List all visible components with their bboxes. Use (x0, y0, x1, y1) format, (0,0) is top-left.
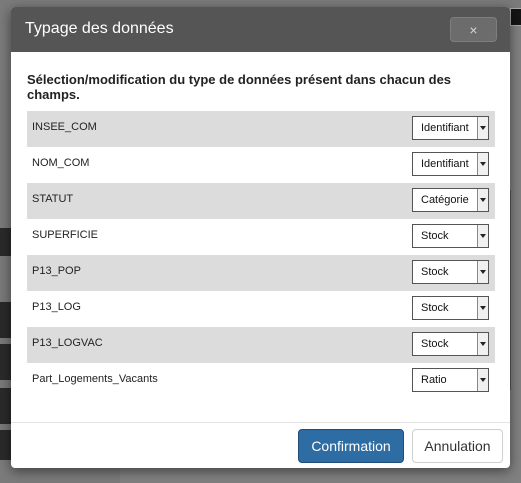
field-row: SUPERFICIE Stock (27, 219, 495, 255)
modal-footer: Confirmation Annulation (11, 422, 510, 468)
field-type-select[interactable]: Stock (412, 224, 489, 248)
field-row: P13_LOG Stock (27, 291, 495, 327)
field-name: NOM_COM (32, 157, 90, 169)
close-button[interactable]: × (450, 17, 497, 42)
field-name: P13_LOGVAC (32, 337, 103, 349)
modal-header: Typage des données × (11, 7, 510, 52)
field-type-table: INSEE_COM Identifiant NOM_COM Identifian… (27, 111, 495, 399)
modal-body: Sélection/modification du type de donnée… (11, 52, 510, 422)
chevron-down-icon (477, 297, 488, 319)
field-name: P13_LOG (32, 301, 81, 313)
field-type-value: Identifiant (421, 122, 469, 134)
field-type-value: Stock (421, 230, 449, 242)
field-name: STATUT (32, 193, 74, 205)
confirm-button[interactable]: Confirmation (298, 429, 404, 463)
chevron-down-icon (477, 117, 488, 139)
cancel-button[interactable]: Annulation (412, 429, 503, 463)
field-type-select[interactable]: Catégorie (412, 188, 489, 212)
field-type-value: Catégorie (421, 194, 469, 206)
data-typing-modal: Typage des données × Sélection/modificat… (11, 7, 510, 468)
field-name: INSEE_COM (32, 121, 97, 133)
field-row: P13_LOGVAC Stock (27, 327, 495, 363)
field-type-value: Stock (421, 266, 449, 278)
chevron-down-icon (477, 153, 488, 175)
chevron-down-icon (477, 261, 488, 283)
field-type-select[interactable]: Identifiant (412, 152, 489, 176)
field-type-value: Ratio (421, 374, 447, 386)
field-type-select[interactable]: Stock (412, 332, 489, 356)
field-type-value: Stock (421, 302, 449, 314)
intro-text: Sélection/modification du type de donnée… (27, 72, 452, 102)
field-row: INSEE_COM Identifiant (27, 111, 495, 147)
chevron-down-icon (477, 333, 488, 355)
field-type-value: Stock (421, 338, 449, 350)
chevron-down-icon (477, 189, 488, 211)
field-row: P13_POP Stock (27, 255, 495, 291)
chevron-down-icon (477, 369, 488, 391)
field-type-select[interactable]: Stock (412, 296, 489, 320)
field-name: Part_Logements_Vacants (32, 373, 158, 385)
modal-title: Typage des données (25, 20, 174, 37)
background-corner-box (510, 8, 521, 26)
field-type-value: Identifiant (421, 158, 469, 170)
field-type-select[interactable]: Identifiant (412, 116, 489, 140)
chevron-down-icon (477, 225, 488, 247)
field-row: NOM_COM Identifiant (27, 147, 495, 183)
field-row: Part_Logements_Vacants Ratio (27, 363, 495, 399)
field-name: SUPERFICIE (32, 229, 99, 241)
background-map-line (510, 190, 511, 390)
field-row: STATUT Catégorie (27, 183, 495, 219)
field-type-select[interactable]: Ratio (412, 368, 489, 392)
field-name: P13_POP (32, 265, 81, 277)
field-type-select[interactable]: Stock (412, 260, 489, 284)
